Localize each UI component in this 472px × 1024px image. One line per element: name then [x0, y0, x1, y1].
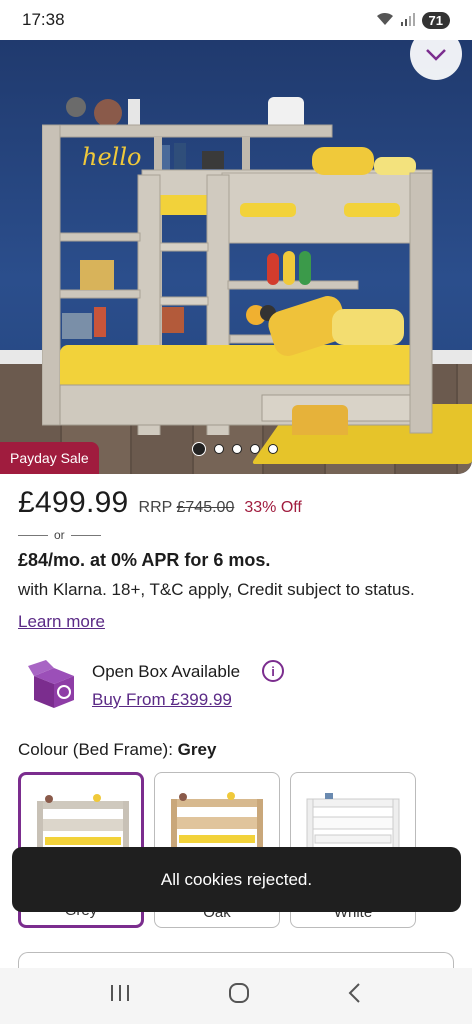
open-box-title: Open Box Available: [92, 662, 241, 681]
open-box-icon: [28, 660, 80, 712]
battery-indicator: 71: [421, 11, 450, 29]
colour-label: Colour (Bed Frame): Grey: [18, 740, 216, 760]
sale-badge: Payday Sale: [0, 442, 99, 474]
chevron-down-icon: [425, 42, 447, 68]
swatch-oak-image: [171, 792, 263, 851]
status-time: 17:38: [22, 10, 65, 29]
recent-apps-icon[interactable]: [109, 983, 131, 1009]
rrp-price: RRP £745.00: [139, 499, 235, 517]
carousel-dot[interactable]: [214, 444, 224, 454]
rrp-value: £745.00: [176, 499, 235, 516]
or-text: or: [54, 528, 65, 542]
toast-message: All cookies rejected.: [160, 869, 313, 889]
carousel-dot[interactable]: [192, 442, 206, 456]
klarna-headline: £84/mo. at 0% APR for 6 mos.: [18, 550, 271, 570]
cookie-toast: All cookies rejected.: [12, 847, 461, 912]
status-bar: 17:38 71: [0, 0, 472, 40]
colour-selected-value: Grey: [177, 740, 217, 759]
product-image-carousel[interactable]: hello Payday Sale: [0, 40, 472, 474]
carousel-dot[interactable]: [250, 444, 260, 454]
status-icons: 71: [376, 11, 450, 29]
discount-label: 33% Off: [244, 499, 302, 516]
info-icon[interactable]: i: [262, 660, 284, 682]
carousel-pagination: [192, 442, 278, 456]
signal-icon: [400, 12, 416, 29]
swatch-grey-image: [37, 794, 129, 853]
carousel-dot[interactable]: [232, 444, 242, 454]
learn-more-link[interactable]: Learn more: [18, 612, 105, 632]
or-divider: or: [18, 528, 101, 542]
rrp-label: RRP: [138, 499, 173, 516]
bunk-bed-image: hello: [42, 97, 433, 435]
svg-text:hello: hello: [82, 143, 141, 171]
swatch-white-image: [306, 793, 400, 852]
home-icon[interactable]: [228, 982, 250, 1010]
klarna-details: with Klarna. 18+, T&C apply, Credit subj…: [18, 580, 415, 599]
back-icon[interactable]: [347, 982, 363, 1010]
open-box-link[interactable]: Buy From £399.99: [92, 690, 232, 710]
colour-label-text: Colour (Bed Frame):: [18, 740, 178, 759]
current-price: £499.99: [18, 486, 129, 519]
open-box-section: Open Box Available i Buy From £399.99: [28, 656, 448, 716]
price-row: £499.99 RRP £745.00 33% Off: [18, 486, 302, 520]
system-nav-bar: [0, 968, 472, 1024]
carousel-dot[interactable]: [268, 444, 278, 454]
wifi-icon: [376, 12, 394, 29]
